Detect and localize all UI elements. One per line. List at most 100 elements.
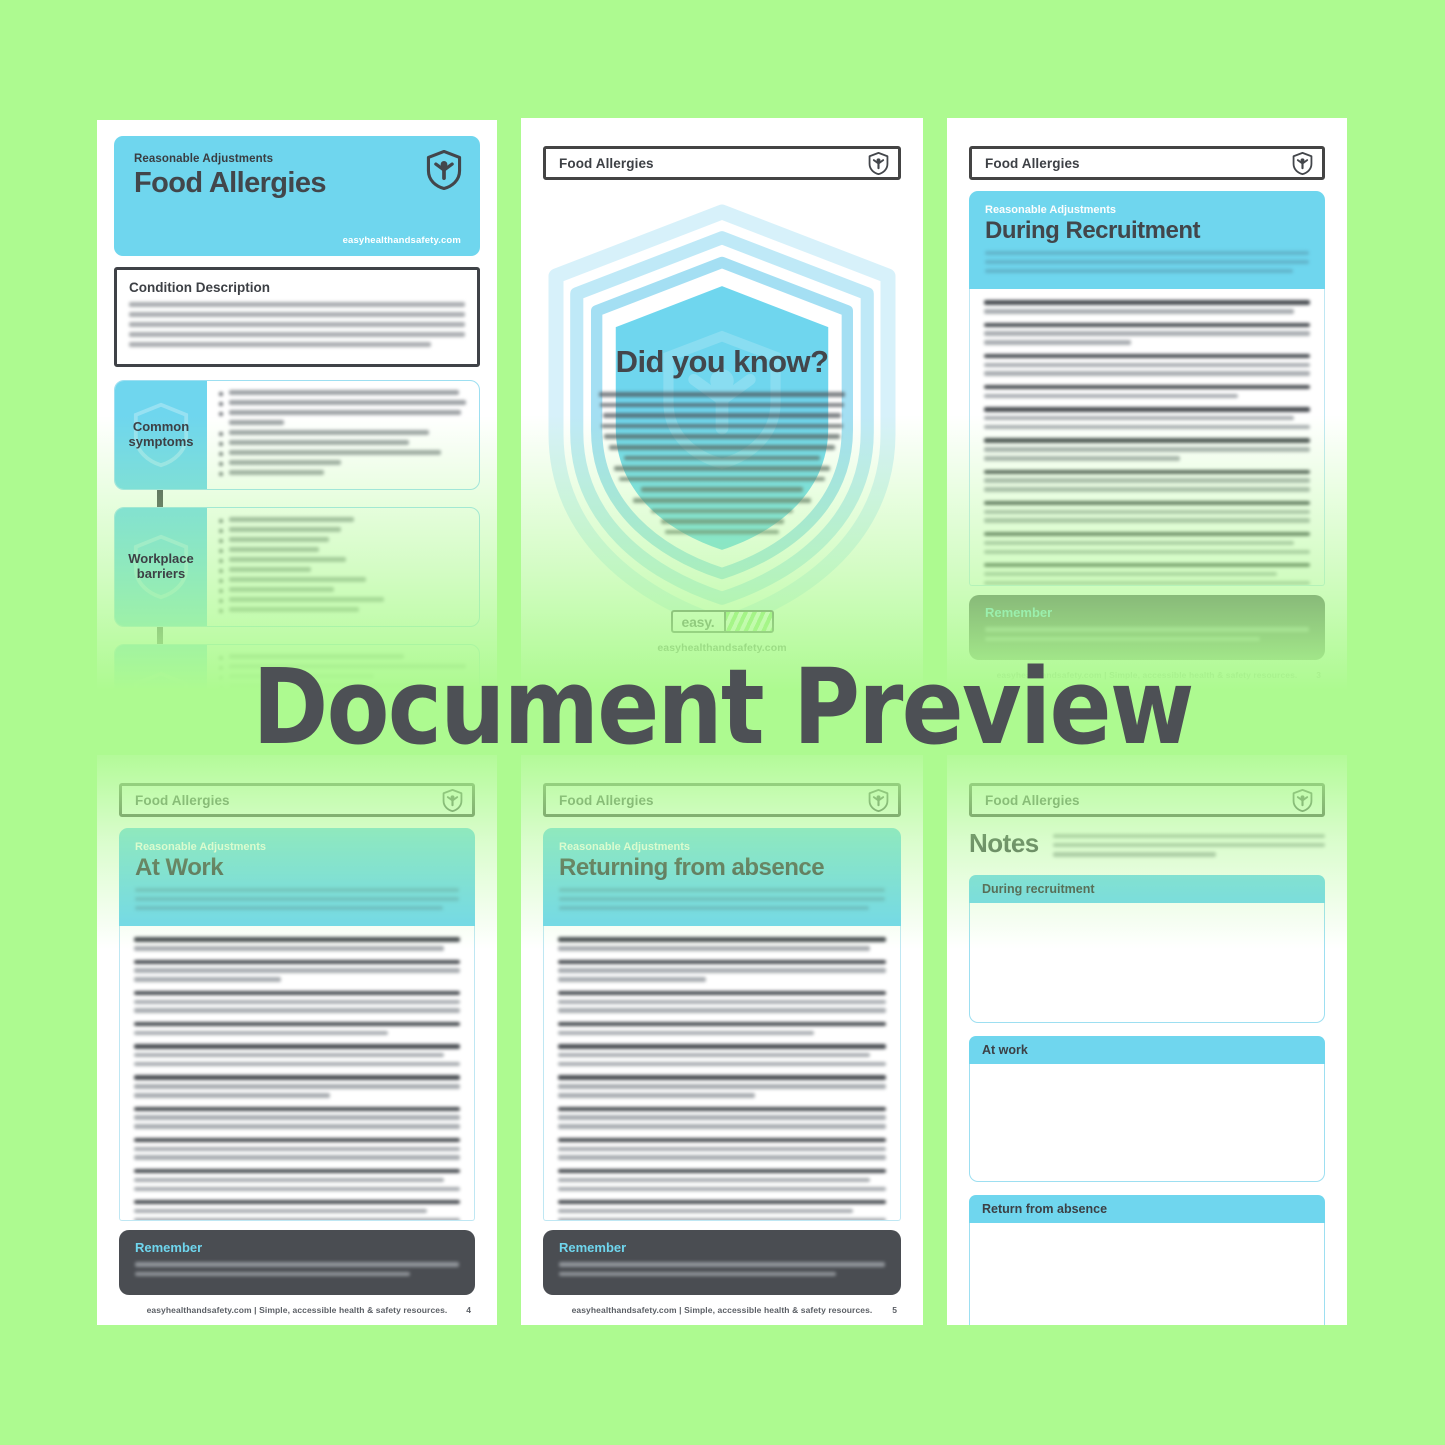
block-tailored-support: Tailored Support [114, 644, 480, 690]
running-header: Food Allergies [543, 783, 901, 817]
page-number: 4 [466, 1305, 471, 1315]
section-lead-text [985, 251, 1309, 273]
remember-text [985, 627, 1309, 641]
condition-description-heading: Condition Description [129, 280, 270, 295]
block-label-cell: Tailored Support [115, 645, 207, 690]
section-hero: Reasonable Adjustments During Recruitmen… [969, 191, 1325, 290]
section-title: During Recruitment [985, 217, 1201, 244]
note-card-writing-area[interactable] [969, 902, 1325, 1023]
shield-person-icon [868, 151, 889, 175]
block-connector [157, 627, 163, 644]
cover-eyebrow: Reasonable Adjustments [134, 153, 274, 165]
block-bullets [207, 645, 479, 690]
section-lead-text [559, 888, 885, 910]
remember-text [559, 1262, 885, 1276]
note-card-return-from-absence[interactable]: Return from absence [969, 1194, 1325, 1325]
block-label: Common symptoms [128, 419, 194, 449]
page-number: 3 [1316, 670, 1321, 680]
running-header: Food Allergies [543, 146, 901, 180]
remember-label: Remember [135, 1240, 203, 1256]
document-page-4[interactable]: Food Allergies Reasonable Adjustments At… [97, 755, 497, 1325]
section-eyebrow: Reasonable Adjustments [985, 204, 1117, 216]
running-header-title: Food Allergies [985, 155, 1080, 171]
running-header-title: Food Allergies [559, 792, 654, 808]
document-page-6[interactable]: Food Allergies Notes During recruitment [947, 755, 1347, 1325]
section-body [969, 289, 1325, 587]
document-page-2[interactable]: Food Allergies Did you know? easy. easyh… [521, 118, 923, 690]
remember-callout: Remember [119, 1230, 475, 1295]
note-card-at-work[interactable]: At work [969, 1035, 1325, 1182]
did-you-know-content: Did you know? [543, 344, 901, 540]
note-card-during-recruitment[interactable]: During recruitment [969, 874, 1325, 1023]
notes-header: Notes [969, 830, 1325, 862]
block-label-cell: Workplace barriers [115, 508, 207, 626]
page-title: Food Allergies [134, 167, 327, 199]
symptom-blocks: Common symptoms Workplace barriers [114, 380, 480, 690]
section-lead-text [135, 888, 459, 910]
did-you-know-panel: Did you know? easy. easyhealthandsafety.… [543, 198, 901, 690]
footer-text: easyhealthandsafety.com | Simple, access… [571, 1305, 873, 1315]
preview-stage: Reasonable Adjustments Food Allergies ea… [0, 0, 1445, 1445]
document-page-5[interactable]: Food Allergies Reasonable Adjustments Re… [521, 755, 923, 1325]
shield-person-icon [426, 150, 462, 190]
remember-label: Remember [559, 1240, 627, 1256]
block-connector [157, 490, 163, 507]
condition-description-box: Condition Description [114, 267, 480, 367]
condition-description-text [129, 302, 465, 347]
shield-person-icon [1292, 151, 1313, 175]
running-header: Food Allergies [119, 783, 475, 817]
cover-site-url: easyhealthandsafety.com [342, 235, 461, 246]
numbered-list [558, 937, 886, 1221]
note-card-label: At work [969, 1035, 1325, 1064]
page-footer: easyhealthandsafety.com | Simple, access… [969, 660, 1325, 690]
running-header: Food Allergies [969, 146, 1325, 180]
running-header-title: Food Allergies [559, 155, 654, 171]
did-you-know-headline: Did you know? [615, 344, 829, 379]
running-header: Food Allergies [969, 783, 1325, 817]
easy-logo-block: easy. easyhealthandsafety.com [543, 610, 901, 654]
note-card-writing-area[interactable] [969, 1222, 1325, 1325]
did-you-know-paragraph [599, 392, 845, 535]
section-title: Returning from absence [559, 854, 825, 881]
section-title: At Work [135, 854, 224, 881]
remember-callout: Remember [969, 595, 1325, 660]
running-header-title: Food Allergies [135, 792, 230, 808]
site-url: easyhealthandsafety.com [657, 642, 787, 654]
shield-person-icon [868, 788, 889, 812]
shield-person-icon [442, 788, 463, 812]
document-page-1[interactable]: Reasonable Adjustments Food Allergies ea… [97, 120, 497, 690]
easy-logo-word: easy. [681, 613, 715, 630]
block-bullets [207, 381, 479, 489]
page-title: Notes [969, 828, 1039, 858]
block-bullets [207, 508, 479, 626]
footer-text: easyhealthandsafety.com | Simple, access… [146, 1305, 448, 1315]
page-number: 5 [892, 1305, 897, 1315]
section-hero: Reasonable Adjustments Returning from ab… [543, 828, 901, 927]
running-header-title: Food Allergies [985, 792, 1080, 808]
shield-person-icon [1292, 788, 1313, 812]
remember-text [135, 1262, 459, 1276]
block-label: Workplace barriers [128, 551, 194, 581]
notes-intro-text [1052, 830, 1325, 862]
section-body [543, 926, 901, 1222]
page-footer: easyhealthandsafety.com | Simple, access… [119, 1295, 475, 1325]
document-page-3[interactable]: Food Allergies Reasonable Adjustments Du… [947, 118, 1347, 690]
numbered-list [134, 937, 460, 1221]
section-body [119, 926, 475, 1222]
easy-logo-stripes [723, 612, 772, 631]
shield-watermark-icon [133, 671, 189, 690]
note-card-label: Return from absence [969, 1194, 1325, 1223]
note-card-label: During recruitment [969, 874, 1325, 903]
block-common-symptoms: Common symptoms [114, 380, 480, 490]
block-label-cell: Common symptoms [115, 381, 207, 489]
easy-logo: easy. [670, 610, 774, 633]
block-workplace-barriers: Workplace barriers [114, 507, 480, 627]
section-eyebrow: Reasonable Adjustments [135, 841, 267, 853]
block-label: Tailored Support [121, 689, 201, 690]
footer-text: easyhealthandsafety.com | Simple, access… [996, 670, 1298, 680]
remember-label: Remember [985, 605, 1053, 621]
numbered-list [984, 300, 1310, 586]
section-hero: Reasonable Adjustments At Work [119, 828, 475, 927]
cover-hero: Reasonable Adjustments Food Allergies ea… [114, 136, 480, 256]
note-card-writing-area[interactable] [969, 1063, 1325, 1182]
